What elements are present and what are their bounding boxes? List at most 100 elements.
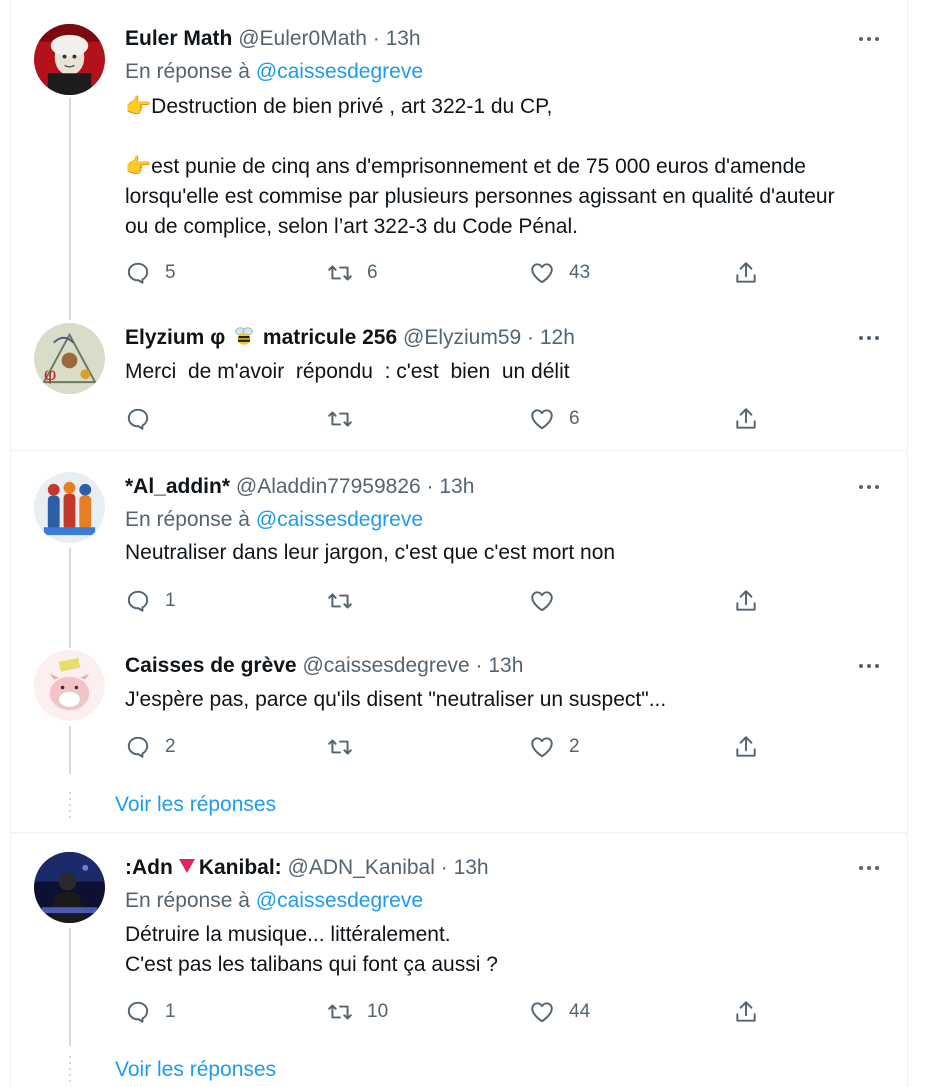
reply-icon: [127, 262, 149, 284]
reply-count: 1: [165, 590, 176, 611]
heart-icon: [531, 1002, 553, 1023]
tweet-header: Euler Math @Euler0Math · 13h: [125, 25, 421, 53]
handle-time[interactable]: @Aladdin77959826 · 13h: [236, 475, 475, 498]
reply-prefix: En réponse à: [125, 60, 250, 83]
reply-to-link[interactable]: @caissesdegreve: [256, 508, 423, 531]
tweet-header: *Al_addin* @Aladdin77959826 · 13h: [125, 473, 474, 501]
tweet[interactable]: :Adn Kanibal: @ADN_Kanibal · 13h En répon…: [10, 833, 908, 1048]
reply-button[interactable]: [125, 404, 165, 434]
reply-to-link[interactable]: @caissesdegreve: [256, 60, 423, 83]
reply-button[interactable]: 5: [125, 258, 176, 288]
tweet-text: 👉est punie de cinq ans d'emprisonnement …: [125, 152, 885, 242]
tweet[interactable]: Caisses de grève @caissesdegreve · 13h J…: [10, 631, 908, 781]
like-button[interactable]: 44: [529, 997, 590, 1027]
reply-count: 1: [165, 1001, 176, 1022]
display-name[interactable]: :Adn: [125, 856, 173, 879]
tweet-header: Caisses de grève @caissesdegreve · 13h: [125, 652, 523, 680]
reply-icon: [127, 736, 149, 758]
avatar[interactable]: [34, 650, 105, 721]
reply-prefix: En réponse à: [125, 508, 250, 531]
avatar[interactable]: [34, 24, 105, 95]
figures-avatar-icon: [34, 472, 105, 543]
more-options-icon[interactable]: [854, 652, 884, 680]
reply-icon: [127, 408, 149, 430]
share-button[interactable]: [733, 586, 759, 616]
retweet-button[interactable]: [327, 404, 367, 434]
dj-avatar-icon: [34, 852, 105, 923]
reply-context: En réponse à @caissesdegreve: [125, 58, 423, 86]
display-name[interactable]: Caisses de grève: [125, 654, 297, 677]
share-icon: [736, 1001, 756, 1022]
retweet-icon: [328, 1004, 352, 1020]
display-name-suffix[interactable]: Kanibal:: [199, 856, 282, 879]
like-button[interactable]: 6: [529, 404, 580, 434]
share-icon: [736, 408, 756, 429]
reply-context: En réponse à @caissesdegreve: [125, 506, 423, 534]
heart-icon: [531, 591, 553, 612]
reply-icon: [127, 590, 149, 612]
share-button[interactable]: [733, 258, 759, 288]
display-name-suffix[interactable]: matricule 256: [263, 326, 397, 349]
heart-icon: [531, 409, 553, 430]
retweet-button[interactable]: [327, 732, 367, 762]
reply-prefix: En réponse à: [125, 889, 250, 912]
tweet-text: 👉Destruction de bien privé , art 322-1 d…: [125, 92, 885, 122]
retweet-button[interactable]: 6: [327, 258, 378, 288]
avatar[interactable]: φ: [34, 323, 105, 394]
more-options-icon[interactable]: [854, 854, 884, 882]
show-replies-link[interactable]: Voir les réponses: [115, 793, 276, 817]
share-button[interactable]: [733, 997, 759, 1027]
share-icon: [736, 262, 756, 283]
tweet-text-line: 👉Destruction de bien privé , art 322-1 d…: [125, 95, 553, 118]
like-count: 2: [569, 736, 580, 757]
retweet-icon: [328, 593, 352, 609]
retweet-count: 10: [367, 1001, 389, 1022]
like-button[interactable]: 43: [529, 258, 590, 288]
more-options-icon[interactable]: [854, 25, 884, 53]
tweet-text: Détruire la musique... littéralement. C'…: [125, 923, 498, 976]
reply-context: En réponse à @caissesdegreve: [125, 887, 423, 915]
reply-button[interactable]: 2: [125, 732, 176, 762]
show-replies-link[interactable]: Voir les réponses: [115, 1058, 276, 1082]
handle-time[interactable]: @ADN_Kanibal · 13h: [288, 856, 489, 879]
red-triangle-icon: [178, 859, 195, 873]
tweet[interactable]: *Al_addin* @Aladdin77959826 · 13h En rép…: [10, 451, 908, 631]
tweet-text: Neutraliser dans leur jargon, c'est que …: [125, 541, 616, 564]
handle-time[interactable]: @Elyzium59 · 12h: [403, 326, 575, 349]
like-button[interactable]: [529, 586, 569, 616]
display-name[interactable]: Elyzium φ: [125, 326, 225, 349]
drawing-avatar-icon: φ: [34, 323, 105, 394]
heart-icon: [531, 737, 553, 758]
share-button[interactable]: [733, 404, 759, 434]
share-icon: [736, 736, 756, 757]
piggy-bank-avatar-icon: [34, 650, 105, 721]
reply-button[interactable]: 1: [125, 997, 176, 1027]
tweet[interactable]: Euler Math @Euler0Math · 13h En réponse …: [10, 0, 908, 320]
like-button[interactable]: 2: [529, 732, 580, 762]
display-name[interactable]: *Al_addin*: [125, 475, 230, 498]
more-options-icon[interactable]: [854, 324, 884, 352]
tweet-header: Elyzium φ matricule 256 @Elyzium59 · 12h: [125, 324, 575, 352]
tweet-text: Merci de m'avoir répondu : c'est bien un…: [125, 360, 570, 383]
tweet-text: J'espère pas, parce qu'ils disent "neutr…: [125, 688, 667, 711]
svg-text:φ: φ: [44, 365, 56, 385]
retweet-icon: [328, 739, 352, 755]
tweet[interactable]: φ Elyzium φ matricule 256 @Elyzium59 · 1…: [10, 320, 908, 450]
more-options-icon[interactable]: [854, 473, 884, 501]
portrait-avatar-icon: [34, 24, 105, 95]
reply-icon: [127, 1001, 149, 1023]
reply-to-link[interactable]: @caissesdegreve: [256, 889, 423, 912]
thread-collapsed-dots: [69, 792, 71, 818]
handle-time[interactable]: @Euler0Math · 13h: [238, 27, 420, 50]
handle-time[interactable]: @caissesdegreve · 13h: [302, 654, 523, 677]
retweet-button[interactable]: 10: [327, 997, 388, 1027]
share-button[interactable]: [733, 732, 759, 762]
avatar[interactable]: [34, 472, 105, 543]
heart-icon: [531, 263, 553, 284]
reply-button[interactable]: 1: [125, 586, 176, 616]
like-count: 43: [569, 262, 591, 283]
display-name[interactable]: Euler Math: [125, 27, 232, 50]
avatar[interactable]: [34, 852, 105, 923]
retweet-button[interactable]: [327, 586, 367, 616]
reply-count: 5: [165, 262, 176, 283]
